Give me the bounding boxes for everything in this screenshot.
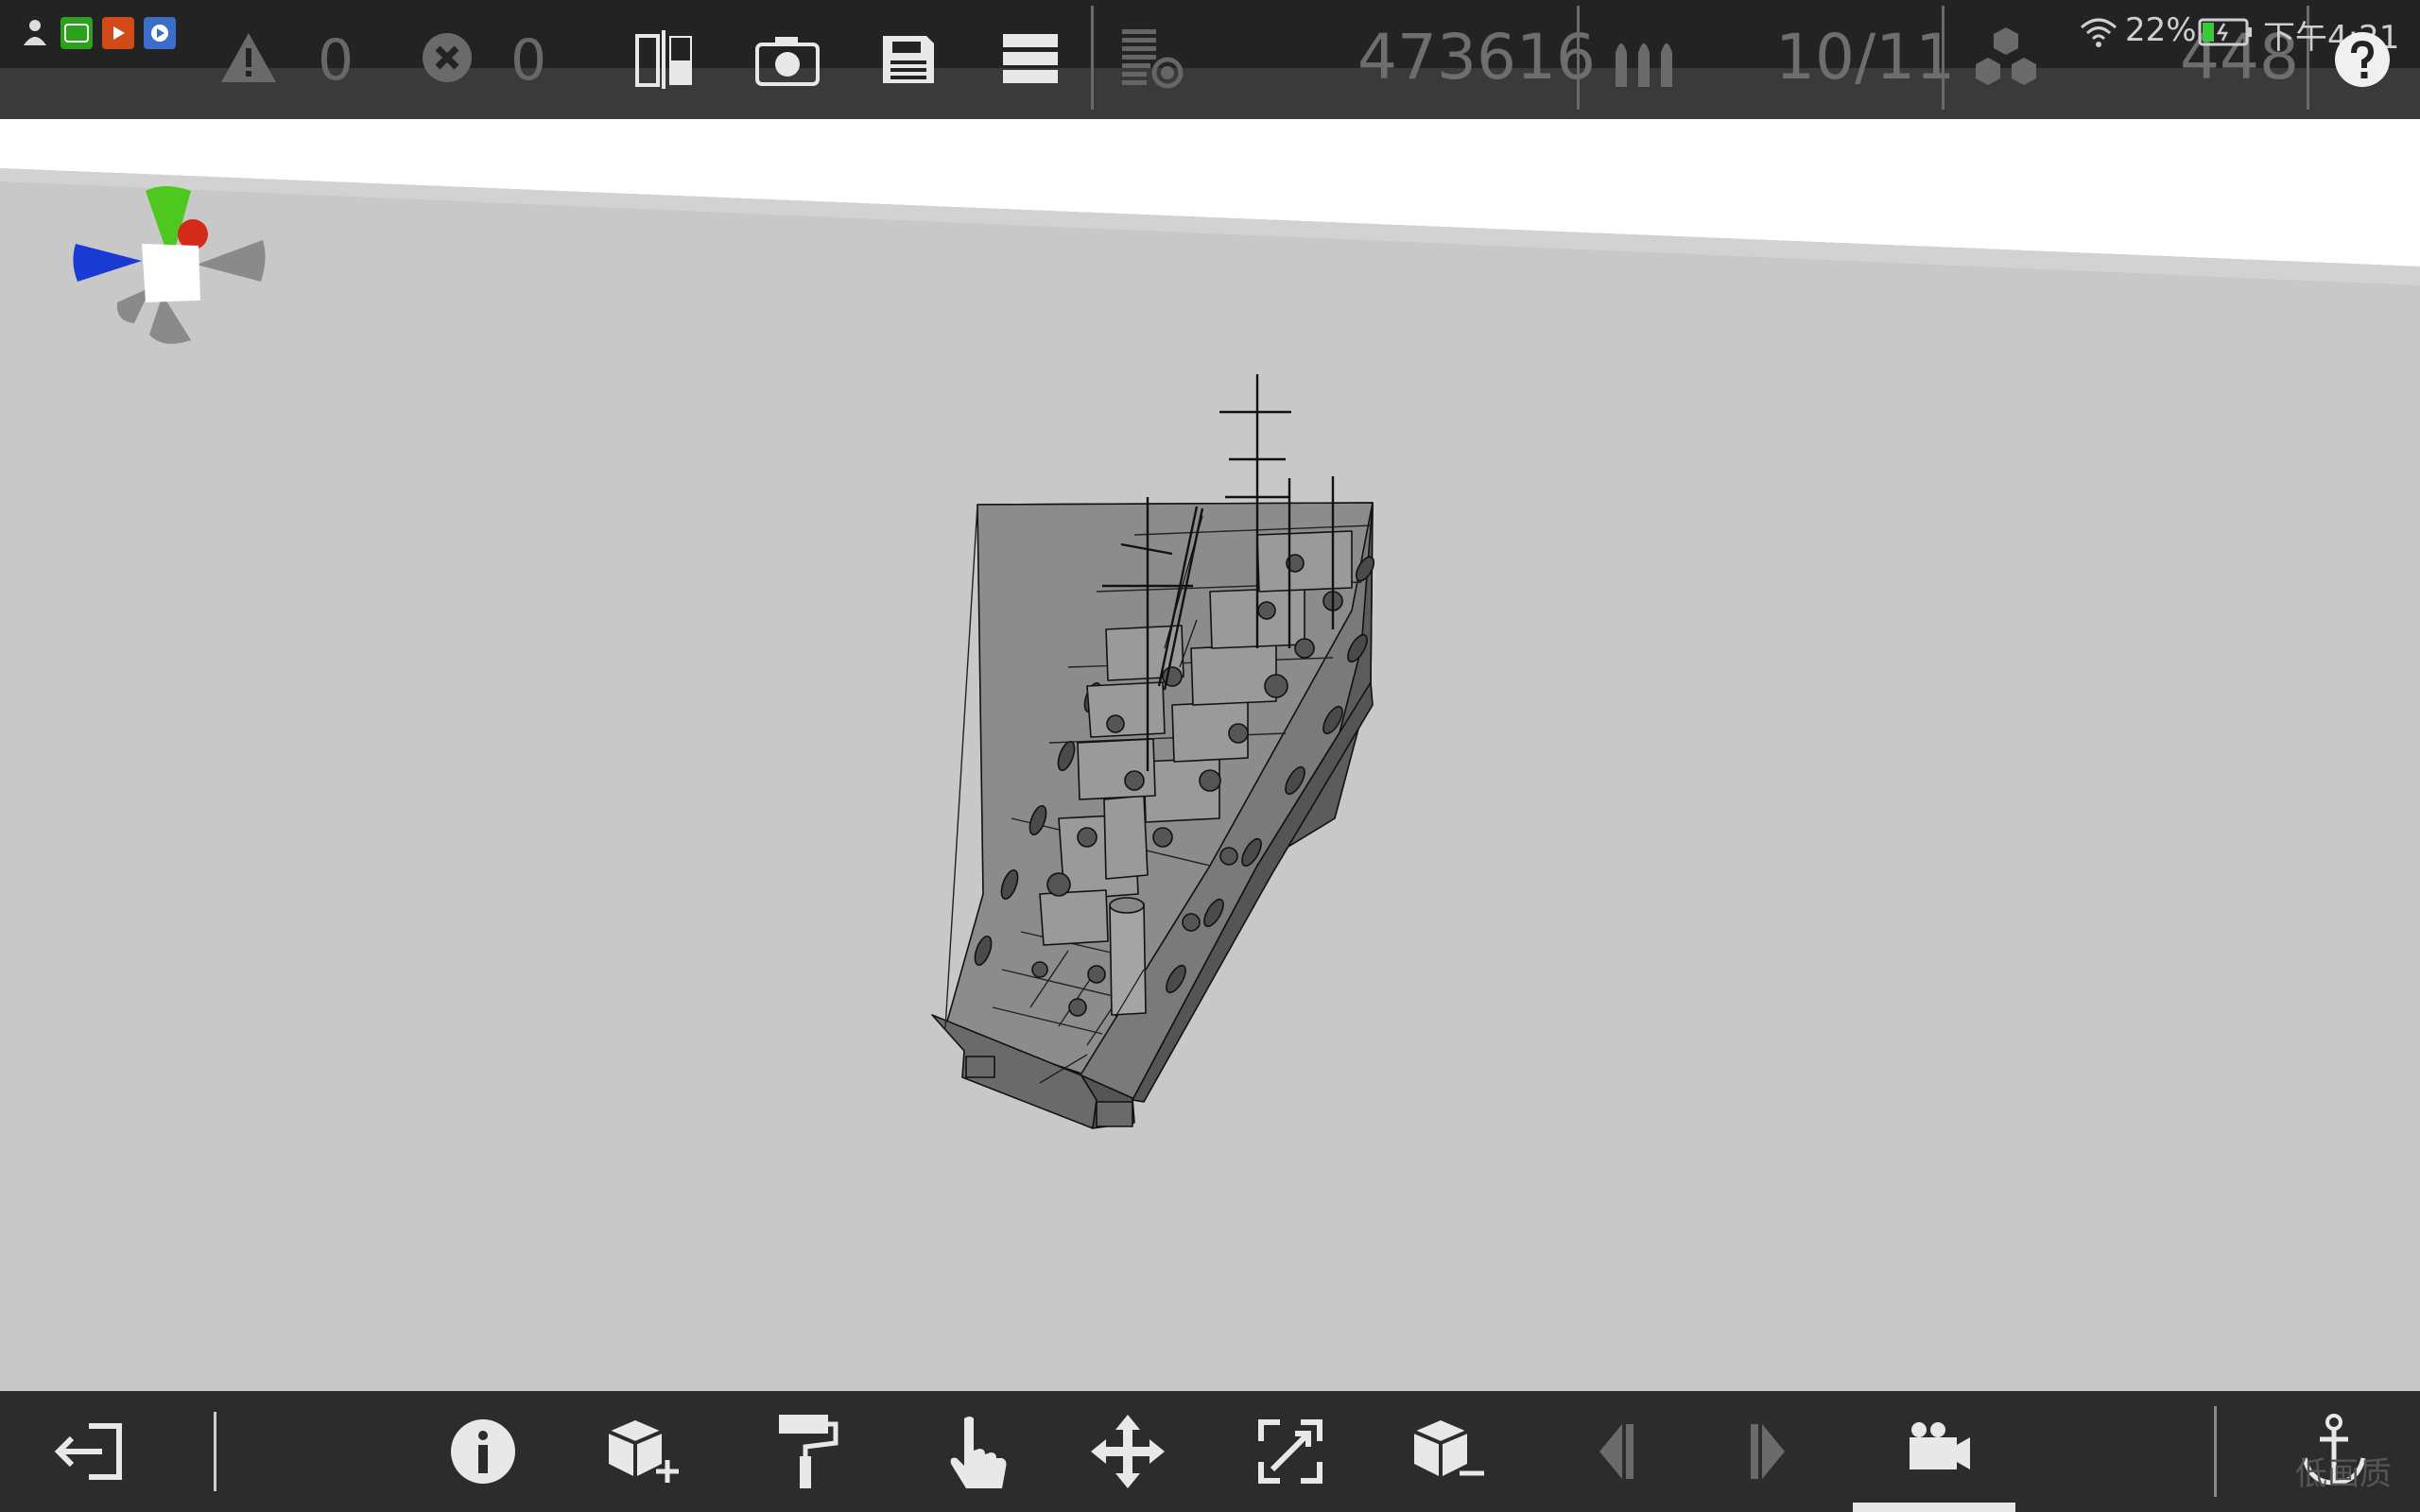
- ammo-count: 10/11: [1775, 21, 1956, 94]
- paint-button[interactable]: [752, 1404, 856, 1499]
- ammo-icon: [1611, 32, 1679, 89]
- active-tool-indicator: [1853, 1503, 2015, 1512]
- axis-x-handle[interactable]: [178, 219, 208, 249]
- warnings-button[interactable]: [216, 26, 282, 89]
- part-list-button[interactable]: [1117, 25, 1193, 93]
- errors-count: 0: [510, 27, 547, 94]
- move-icon: [1091, 1415, 1165, 1488]
- redo-button[interactable]: [1720, 1404, 1824, 1499]
- mirror-button[interactable]: [630, 28, 700, 91]
- remove-block-button[interactable]: [1395, 1404, 1499, 1499]
- camera-mode-icon: [1910, 1422, 1970, 1469]
- move-button[interactable]: [1076, 1404, 1180, 1499]
- gizmo-center[interactable]: [142, 244, 200, 302]
- exit-icon: [54, 1423, 122, 1480]
- part-count: 473616: [1357, 21, 1596, 94]
- undo-button[interactable]: [1560, 1404, 1664, 1499]
- app-notification-icon: [19, 17, 51, 49]
- blocks-icon: [1970, 25, 2042, 94]
- toolbar-divider: [214, 1412, 216, 1491]
- add-block-icon: [608, 1420, 679, 1483]
- info-icon: [451, 1419, 515, 1484]
- scale-icon: [1258, 1419, 1322, 1484]
- paint-roller-icon: [779, 1415, 838, 1488]
- add-block-button[interactable]: [590, 1404, 694, 1499]
- error-icon: [423, 33, 472, 82]
- video-notification-icon: [102, 17, 134, 49]
- help-icon: [2335, 32, 2390, 87]
- save-icon: [883, 36, 934, 83]
- undo-icon: [1599, 1424, 1634, 1479]
- hand-pointer-icon: [950, 1417, 1007, 1488]
- screenshot-button[interactable]: [752, 32, 822, 89]
- warnings-count: 0: [318, 27, 354, 94]
- redo-icon: [1751, 1424, 1785, 1479]
- camera-icon: [755, 37, 820, 86]
- errors-button[interactable]: [418, 28, 476, 87]
- 3d-viewport[interactable]: [0, 119, 2420, 1391]
- help-button[interactable]: [2331, 28, 2394, 91]
- camera-view-button[interactable]: [1883, 1404, 1987, 1499]
- bottom-toolbar: 低画质: [0, 1391, 2420, 1512]
- remove-block-icon: [1413, 1420, 1484, 1477]
- select-button[interactable]: [921, 1404, 1025, 1499]
- quality-label: 低画质: [2295, 1455, 2392, 1493]
- toolbar-lower-strip: [0, 68, 2420, 119]
- iqiyi-notification-icon: [60, 17, 93, 49]
- warning-icon: [221, 33, 276, 82]
- battery-icon: [2197, 17, 2254, 47]
- layers-icon: [1003, 34, 1058, 83]
- info-button[interactable]: [431, 1404, 535, 1499]
- player-notification-icon: [144, 17, 176, 49]
- battery-percent: 22%: [2125, 11, 2197, 49]
- part-search-icon: [1122, 29, 1184, 89]
- toolbar-divider: [1942, 6, 1945, 110]
- toolbar-divider: [1091, 6, 1094, 110]
- toolbar-divider: [2214, 1406, 2217, 1497]
- wifi-icon: [2078, 13, 2119, 51]
- scene-canvas: [0, 119, 2420, 1391]
- save-button[interactable]: [877, 30, 940, 89]
- scale-button[interactable]: [1238, 1404, 1342, 1499]
- exit-button[interactable]: [38, 1404, 142, 1499]
- top-toolbar: 0 0 473616 10/11 448 22% 下午4:21: [0, 0, 2420, 119]
- toolbar-divider: [1577, 6, 1580, 110]
- notification-icons: [19, 17, 176, 49]
- mirror-icon: [635, 30, 692, 89]
- layers-button[interactable]: [998, 30, 1063, 87]
